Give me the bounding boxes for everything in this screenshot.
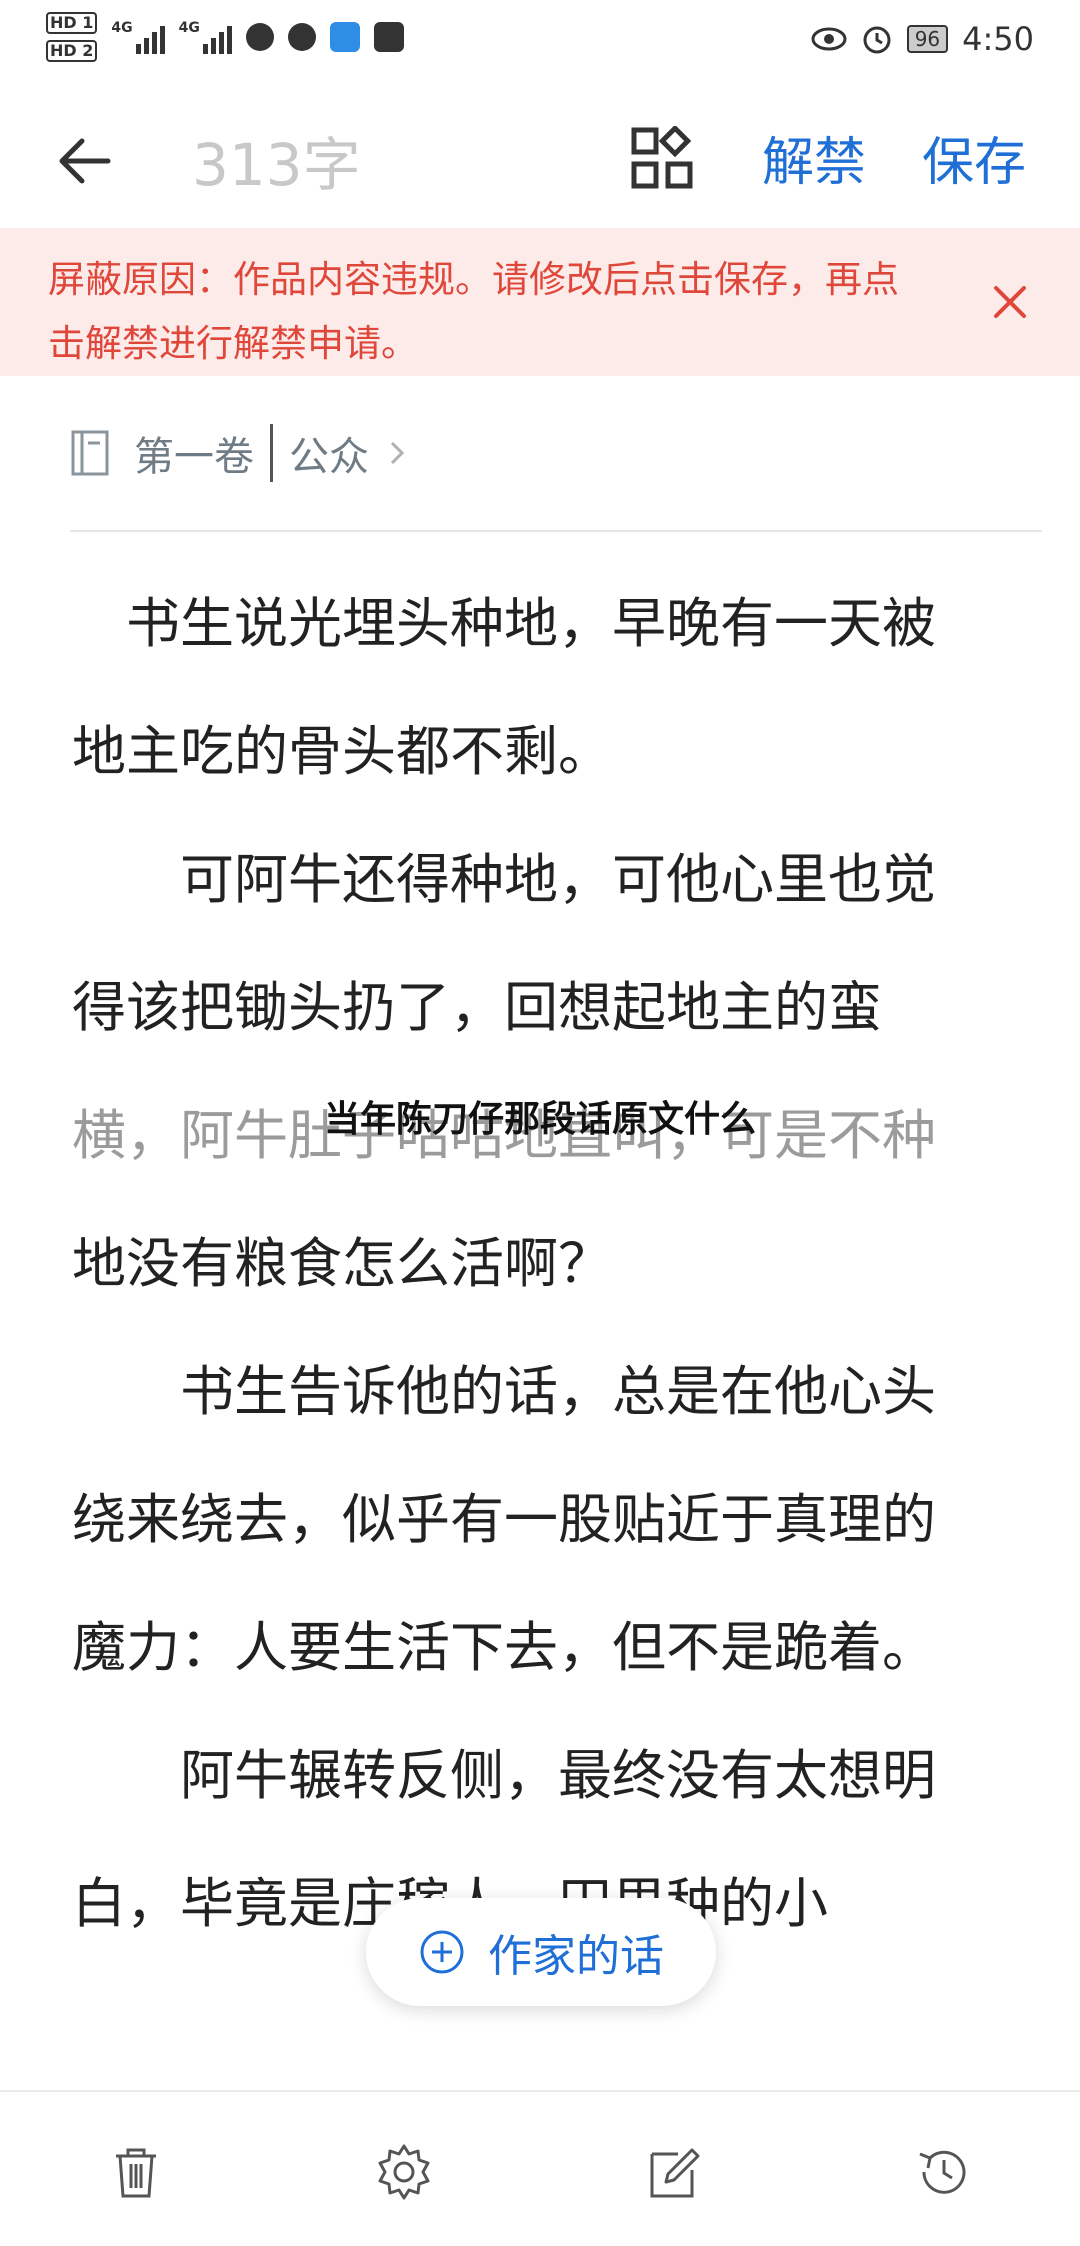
- author-note-button[interactable]: 作家的话: [366, 1898, 716, 2006]
- eye-icon: [811, 27, 847, 51]
- volume-separator: [270, 424, 273, 482]
- status-bar: HD 1 HD 2 4G 4G 96 4:50: [0, 0, 1080, 90]
- bottom-toolbar: [0, 2090, 1080, 2246]
- hd-indicator-1: HD 1: [46, 12, 98, 34]
- block-reason-text: 屏蔽原因：作品内容违规。请修改后点击保存，再点击解禁进行解禁申请。: [48, 258, 899, 365]
- paragraph: 书生告诉他的话，总是在他心头绕来绕去，似乎有一股贴近于真理的魔力：人要生活下去，…: [72, 1360, 936, 1679]
- close-icon[interactable]: [990, 282, 1030, 322]
- alarm-icon: [863, 26, 891, 54]
- hd-indicator-2: HD 2: [46, 40, 98, 62]
- save-button[interactable]: 保存: [922, 120, 1026, 195]
- history-icon[interactable]: [914, 2142, 974, 2202]
- huawei-icon: [373, 22, 404, 52]
- back-arrow-icon[interactable]: [52, 126, 122, 196]
- signal-icon-1: 4G: [111, 20, 165, 54]
- signal-icon-2: 4G: [179, 20, 232, 54]
- trash-icon[interactable]: [106, 2142, 166, 2202]
- app-notification-icon: [329, 22, 360, 52]
- volume-name: 第一卷: [134, 434, 254, 480]
- chapter-name: 公众: [289, 434, 369, 480]
- block-reason-banner: 屏蔽原因：作品内容违规。请修改后点击保存，再点击解禁进行解禁申请。: [0, 228, 1080, 376]
- unban-button[interactable]: 解禁: [762, 120, 866, 195]
- article-editor[interactable]: 书生说光埋头种地，早晚有一天被地主吃的骨头都不剩。 可阿牛还得种地，可他心里也觉…: [72, 560, 972, 1968]
- author-note-label: 作家的话: [488, 1931, 664, 1982]
- edit-icon[interactable]: [644, 2142, 704, 2202]
- gear-icon[interactable]: [374, 2142, 434, 2202]
- clock: 4:50: [962, 20, 1034, 58]
- app-bar: 313字 解禁 保存: [0, 90, 1080, 230]
- plus-circle-icon: [420, 1930, 464, 1974]
- qq-icon: [245, 23, 274, 51]
- overlay-caption: 当年陈刀仔那段话原文什么: [323, 1099, 756, 1140]
- divider: [70, 530, 1042, 532]
- word-count: 313字: [192, 131, 361, 199]
- message-icon: [287, 23, 316, 51]
- battery-indicator: 96: [906, 25, 949, 53]
- volume-chapter-selector[interactable]: 第一卷 公众: [70, 418, 407, 488]
- book-icon: [71, 430, 109, 476]
- chevron-right-icon: [390, 441, 405, 465]
- layout-grid-icon[interactable]: [630, 126, 694, 190]
- paragraph: 书生说光埋头种地，早晚有一天被地主吃的骨头都不剩。: [72, 592, 936, 783]
